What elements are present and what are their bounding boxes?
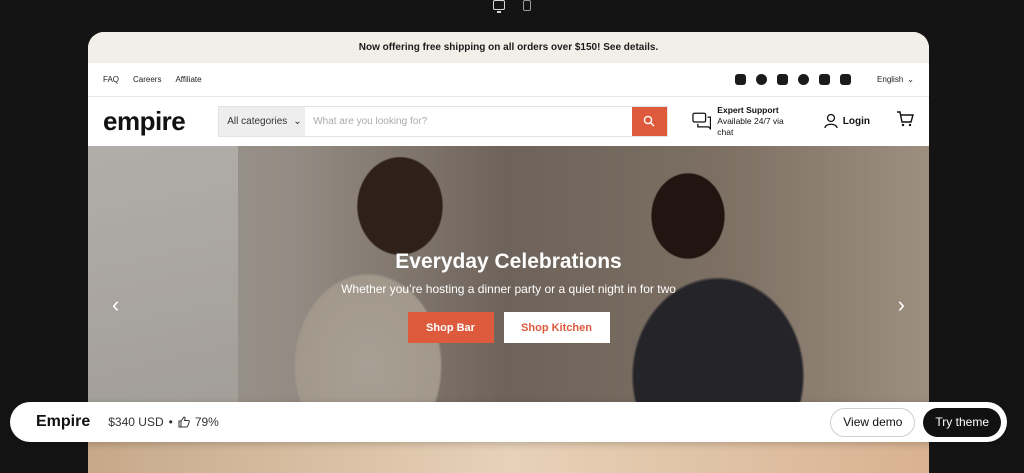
login-link[interactable]: Login [824,113,870,129]
desktop-icon[interactable] [493,0,505,13]
facebook-icon[interactable] [756,74,768,85]
login-label: Login [842,115,870,127]
support-subtitle: Available 24/7 via chat [717,115,784,137]
faq-link[interactable]: FAQ [103,75,119,84]
utility-links: FAQ Careers Affiliate [103,75,202,84]
expert-support[interactable]: Expert Support Available 24/7 via chat [692,105,800,138]
device-toggle [484,0,540,14]
hero-title: Everyday Celebrations [395,250,622,273]
search-bar: All categories ⌄ [218,105,668,137]
thumbs-up-icon [178,416,190,428]
language-label: English [877,75,904,84]
logo[interactable]: empire [103,106,203,137]
announcement-bar[interactable]: Now offering free shipping on all orders… [88,32,929,63]
instagram-icon[interactable] [777,74,789,85]
snapchat-icon[interactable] [819,74,831,85]
cart-button[interactable] [896,110,914,132]
hero-slideshow: ‹ › Everyday Celebrations Whether you’re… [88,146,929,402]
search-input[interactable] [305,106,632,136]
careers-link[interactable]: Careers [133,75,161,84]
shop-kitchen-button[interactable]: Shop Kitchen [503,312,610,343]
mobile-icon[interactable] [523,0,531,11]
chevron-down-icon: ⌄ [293,115,302,127]
category-select[interactable]: All categories ⌄ [219,106,306,136]
search-button[interactable] [631,106,667,136]
language-selector[interactable]: English ⌄ [877,75,914,84]
theme-bar: Empire $340 USD • 79% View demo Try them… [10,402,1007,442]
tiktok-icon[interactable] [840,74,852,85]
user-icon [824,113,838,129]
theme-price-rating: $340 USD • 79% [108,415,219,429]
hero-buttons: Shop Bar Shop Kitchen [88,312,929,343]
shop-bar-button[interactable]: Shop Bar [407,312,494,343]
try-theme-button[interactable]: Try theme [923,407,1001,437]
cart-icon [897,110,914,126]
social-links [735,74,852,85]
theme-rating: 79% [194,415,219,429]
view-demo-button[interactable]: View demo [830,407,916,437]
header: empire All categories ⌄ Expert Support A… [88,97,929,145]
next-section-image [88,442,929,473]
theme-name: Empire [36,413,91,430]
support-title: Expert Support [717,104,779,115]
search-icon [644,115,655,127]
category-label: All categories [227,115,288,127]
chat-icon [692,112,711,130]
separator-dot: • [168,415,173,429]
hero-subtitle: Whether you’re hosting a dinner party or… [341,282,676,296]
utility-bar: FAQ Careers Affiliate English ⌄ [88,63,929,97]
chevron-down-icon: ⌄ [907,75,914,84]
theme-actions: View demo Try theme [830,407,1001,437]
pinterest-icon[interactable] [798,74,810,85]
email-icon[interactable] [735,74,747,85]
announcement-text[interactable]: Now offering free shipping on all orders… [359,42,659,53]
affiliate-link[interactable]: Affiliate [175,75,201,84]
hero-content: Everyday Celebrations Whether you’re hos… [88,250,929,343]
theme-price: $340 USD [108,415,164,429]
